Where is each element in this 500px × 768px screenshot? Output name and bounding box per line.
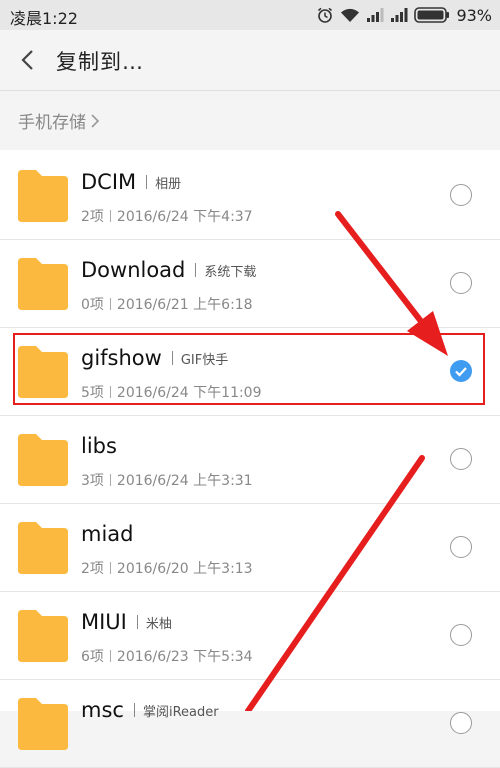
folder-row[interactable]: msc 掌阅iReader [0,680,500,768]
folder-name: Download [81,258,186,282]
folder-meta: 0项 2016/6/21 上午6:18 [81,294,253,314]
folder-date: 2016/6/24 下午4:37 [116,209,253,225]
chevron-right-icon [91,113,100,128]
separator [146,175,148,189]
folder-name: gifshow [81,346,162,370]
separator [195,263,197,277]
back-button[interactable] [14,46,42,74]
folder-alias: 相册 [155,176,182,192]
folder-item-count: 2项 [81,561,104,577]
folder-name: DCIM [81,170,137,194]
folder-date: 2016/6/24 下午11:09 [116,385,262,401]
page-title: 复制到… [56,50,144,74]
folder-alias: 系统下载 [204,264,257,280]
folder-date: 2016/6/21 上午6:18 [116,297,253,313]
radio-button[interactable] [450,536,472,558]
folder-meta: 2项 2016/6/20 上午3:13 [81,558,253,578]
folder-name-line: DCIM 相册 [81,170,181,194]
folder-meta: 2项 2016/6/24 下午4:37 [81,206,253,226]
folder-meta: 6项 2016/6/23 下午5:34 [81,646,253,666]
folder-name-line: Download 系统下载 [81,258,256,282]
separator [109,474,111,486]
folder-icon [18,170,68,222]
breadcrumb: 手机存储 [0,91,500,147]
folder-name-line: miad [81,522,134,546]
status-icons: 93% [316,4,492,26]
folder-alias: 米柚 [145,616,172,632]
breadcrumb-label: 手机存储 [18,113,86,133]
folder-name: msc [81,698,124,722]
folder-list: DCIM 相册 2项 2016/6/24 下午4:37 Download 系统下载 0项 20… [0,150,500,768]
folder-row[interactable]: DCIM 相册 2项 2016/6/24 下午4:37 [0,152,500,240]
folder-meta: 3项 2016/6/24 上午3:31 [81,470,253,490]
status-time: 凌晨1:22 [10,9,78,28]
folder-name: MIUI [81,610,127,634]
battery-percent: 93% [456,5,492,25]
radio-button[interactable] [450,624,472,646]
folder-row[interactable]: MIUI 米柚 6项 2016/6/23 下午5:34 [0,592,500,680]
separator [133,703,135,717]
separator [171,351,173,365]
folder-name-line: gifshow GIF快手 [81,346,228,370]
radio-button[interactable] [450,448,472,470]
radio-button-checked[interactable] [450,360,472,382]
separator [136,615,138,629]
radio-button[interactable] [450,272,472,294]
wifi-icon [341,8,360,22]
folder-icon [18,258,68,310]
separator [109,650,111,662]
folder-alias: 掌阅iReader [142,704,219,720]
breadcrumb-item-phone-storage[interactable]: 手机存储 [18,108,102,133]
separator [109,386,111,398]
folder-date: 2016/6/24 上午3:31 [116,473,253,489]
folder-icon [18,346,68,398]
folder-row[interactable]: libs 3项 2016/6/24 上午3:31 [0,416,500,504]
folder-row[interactable]: gifshow GIF快手 5项 2016/6/24 下午11:09 [0,328,500,416]
app-header: 复制到… [0,30,500,91]
folder-item-count: 3项 [81,473,104,489]
folder-name-line: MIUI 米柚 [81,610,172,634]
alarm-clock-icon [318,7,333,23]
checkmark-icon [455,367,467,377]
radio-button[interactable] [450,712,472,734]
separator [109,298,111,310]
battery-icon [414,7,450,23]
folder-row[interactable]: miad 2项 2016/6/20 上午3:13 [0,504,500,592]
folder-icon [18,522,68,574]
folder-icon [18,698,68,750]
folder-meta: 5项 2016/6/24 下午11:09 [81,382,262,402]
signal-icon [367,8,384,22]
folder-name-line: msc 掌阅iReader [81,698,219,722]
folder-date: 2016/6/20 上午3:13 [116,561,253,577]
status-bar: 凌晨1:22 93% [0,0,500,30]
folder-item-count: 0项 [81,297,104,313]
folder-item-count: 6项 [81,649,104,665]
folder-alias: GIF快手 [180,352,229,368]
signal-icon [391,8,408,22]
folder-name: miad [81,522,134,546]
back-arrow-icon[interactable] [14,46,42,74]
separator [109,210,111,222]
folder-icon [18,610,68,662]
folder-row[interactable]: Download 系统下载 0项 2016/6/21 上午6:18 [0,240,500,328]
folder-item-count: 5项 [81,385,104,401]
folder-name: libs [81,434,117,458]
folder-date: 2016/6/23 下午5:34 [116,649,253,665]
radio-button[interactable] [450,184,472,206]
folder-item-count: 2项 [81,209,104,225]
folder-icon [18,434,68,486]
folder-name-line: libs [81,434,117,458]
separator [109,562,111,574]
